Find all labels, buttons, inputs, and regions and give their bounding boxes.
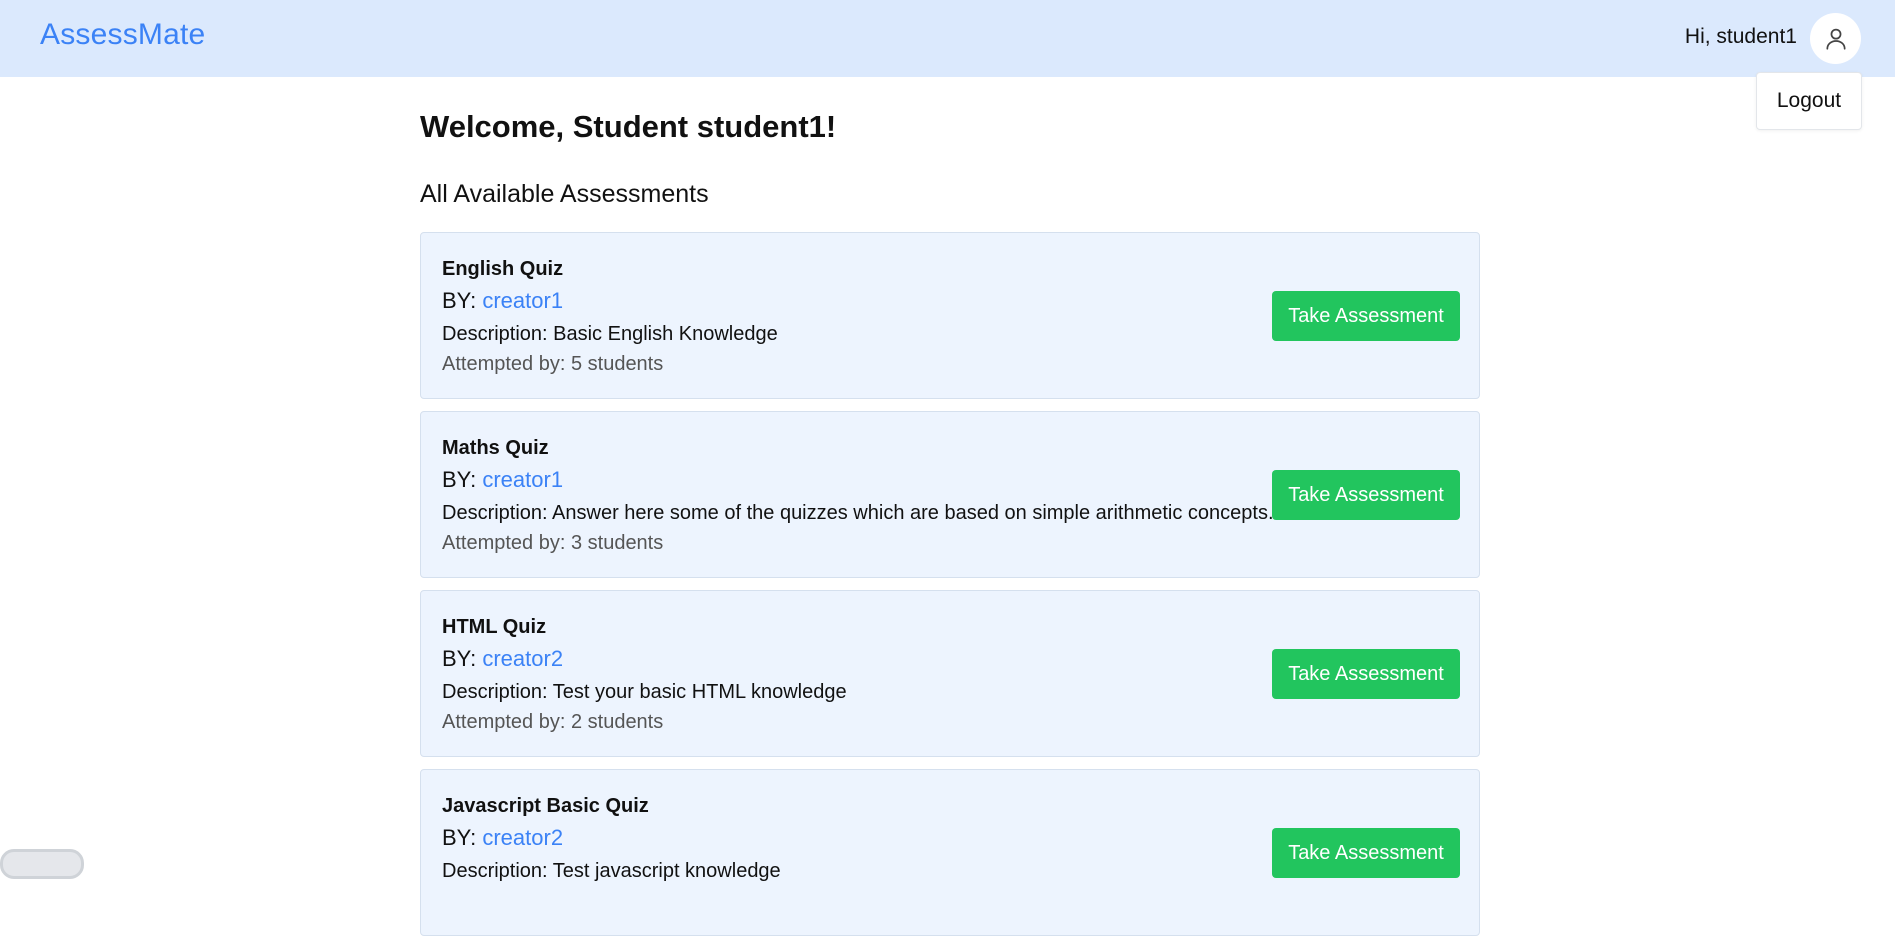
assessment-attempts: Attempted by: 2 students: [442, 711, 664, 733]
user-icon: [1825, 28, 1846, 50]
top-navbar: AssessMate Hi, student1: [0, 0, 1895, 77]
assessment-card: Maths Quiz BY: creator1 Description: Ans…: [420, 411, 1480, 578]
assessment-title: Maths Quiz: [442, 437, 549, 459]
floating-widget-handle[interactable]: [0, 849, 84, 879]
page-title: Welcome, Student student1!: [420, 109, 837, 144]
assessment-description: Description: Test your basic HTML knowle…: [442, 681, 847, 703]
assessment-card: HTML Quiz BY: creator2 Description: Test…: [420, 590, 1480, 757]
by-label: BY:: [442, 646, 483, 671]
take-assessment-button[interactable]: Take Assessment: [1272, 470, 1460, 520]
creator-link[interactable]: creator1: [482, 288, 563, 313]
by-label: BY:: [442, 467, 483, 492]
brand-logo[interactable]: AssessMate: [40, 18, 205, 52]
assessment-author: BY: creator2: [442, 646, 563, 672]
assessment-author: BY: creator1: [442, 467, 563, 493]
assessment-attempts: Attempted by: 5 students: [442, 353, 664, 375]
assessment-description: Description: Test javascript knowledge: [442, 860, 781, 882]
assessment-title: English Quiz: [442, 258, 564, 280]
assessment-attempts: Attempted by: 3 students: [442, 532, 664, 554]
take-assessment-button[interactable]: Take Assessment: [1272, 828, 1460, 878]
assessment-author: BY: creator2: [442, 825, 563, 851]
creator-link[interactable]: creator2: [482, 646, 563, 671]
assessment-list: English Quiz BY: creator1 Description: B…: [420, 232, 1480, 948]
assessment-description: Description: Answer here some of the qui…: [442, 502, 1274, 524]
take-assessment-button[interactable]: Take Assessment: [1272, 649, 1460, 699]
by-label: BY:: [442, 825, 483, 850]
user-greeting: Hi, student1: [1684, 25, 1797, 48]
creator-link[interactable]: creator1: [482, 467, 563, 492]
assessment-description: Description: Basic English Knowledge: [442, 323, 778, 345]
creator-link[interactable]: creator2: [482, 825, 563, 850]
logout-button[interactable]: Logout: [1756, 72, 1862, 130]
by-label: BY:: [442, 288, 483, 313]
assessment-title: HTML Quiz: [442, 616, 547, 638]
assessment-author: BY: creator1: [442, 288, 563, 314]
assessment-card: English Quiz BY: creator1 Description: B…: [420, 232, 1480, 399]
assessment-card: Javascript Basic Quiz BY: creator2 Descr…: [420, 769, 1480, 936]
user-avatar-button[interactable]: [1810, 13, 1861, 64]
section-title: All Available Assessments: [420, 180, 709, 208]
assessment-title: Javascript Basic Quiz: [442, 795, 649, 817]
take-assessment-button[interactable]: Take Assessment: [1272, 291, 1460, 341]
